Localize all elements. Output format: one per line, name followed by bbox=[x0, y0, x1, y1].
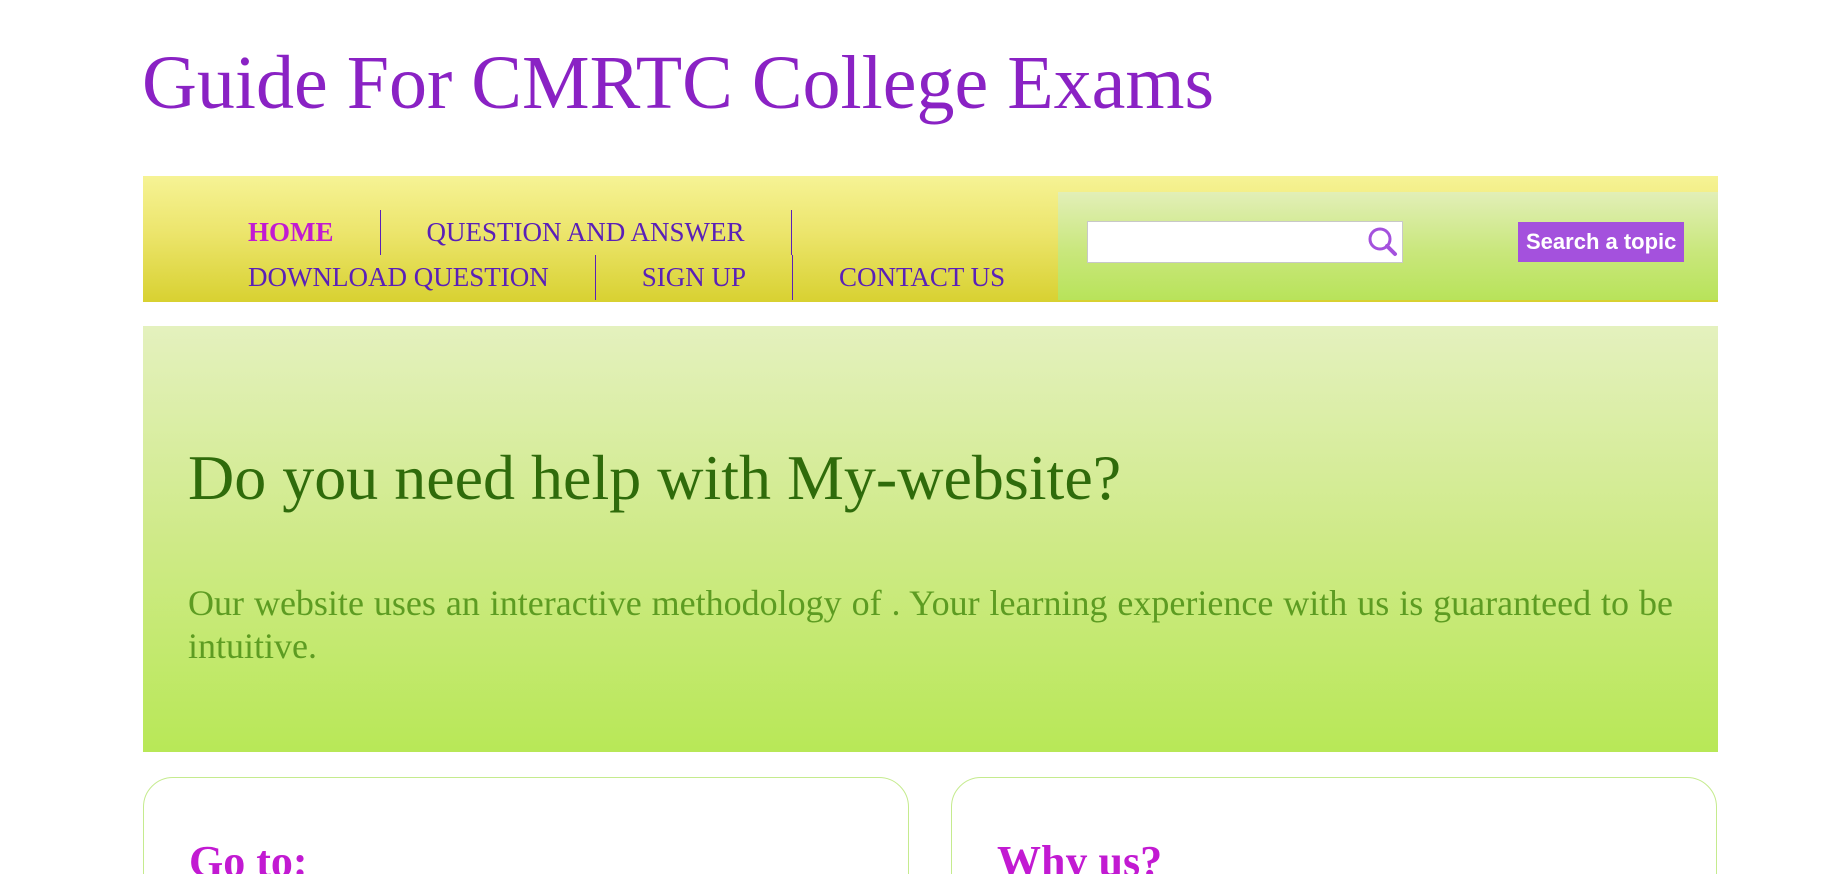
nav-divider bbox=[790, 210, 792, 255]
search-input[interactable] bbox=[1088, 222, 1358, 262]
card-heading-go-to: Go to: bbox=[189, 837, 308, 874]
nav-item-question-and-answer[interactable]: QUESTION AND ANSWER bbox=[381, 210, 791, 255]
nav-item-download-question[interactable]: DOWNLOAD QUESTION bbox=[248, 255, 595, 300]
search-box bbox=[1087, 221, 1403, 263]
nav-item-sign-up[interactable]: SIGN UP bbox=[596, 255, 792, 300]
card-go-to: Go to: bbox=[143, 777, 909, 874]
hero-text: Our website uses an interactive methodol… bbox=[188, 583, 1673, 666]
page: Guide For CMRTC College Exams HOME QUEST… bbox=[0, 0, 1847, 874]
search-topic-button[interactable]: Search a topic bbox=[1518, 222, 1685, 262]
search-icon[interactable] bbox=[1366, 225, 1400, 259]
hero-title: Do you need help with My-website? bbox=[188, 442, 1122, 513]
main-nav: HOME QUESTION AND ANSWER DOWNLOAD QUESTI… bbox=[248, 210, 1068, 300]
card-why-us: Why us? bbox=[951, 777, 1717, 874]
nav-item-contact-us[interactable]: CONTACT US bbox=[793, 255, 1051, 300]
header-bar: HOME QUESTION AND ANSWER DOWNLOAD QUESTI… bbox=[143, 176, 1718, 302]
search-area: Search a topic bbox=[1058, 192, 1718, 300]
nav-row-2: DOWNLOAD QUESTION SIGN UP CONTACT US bbox=[248, 255, 1068, 300]
nav-row-1: HOME QUESTION AND ANSWER bbox=[248, 210, 1068, 255]
hero-section: Do you need help with My-website? Our we… bbox=[143, 326, 1718, 752]
nav-item-home[interactable]: HOME bbox=[248, 210, 380, 255]
site-title: Guide For CMRTC College Exams bbox=[142, 41, 1215, 125]
card-heading-why-us: Why us? bbox=[997, 837, 1163, 874]
